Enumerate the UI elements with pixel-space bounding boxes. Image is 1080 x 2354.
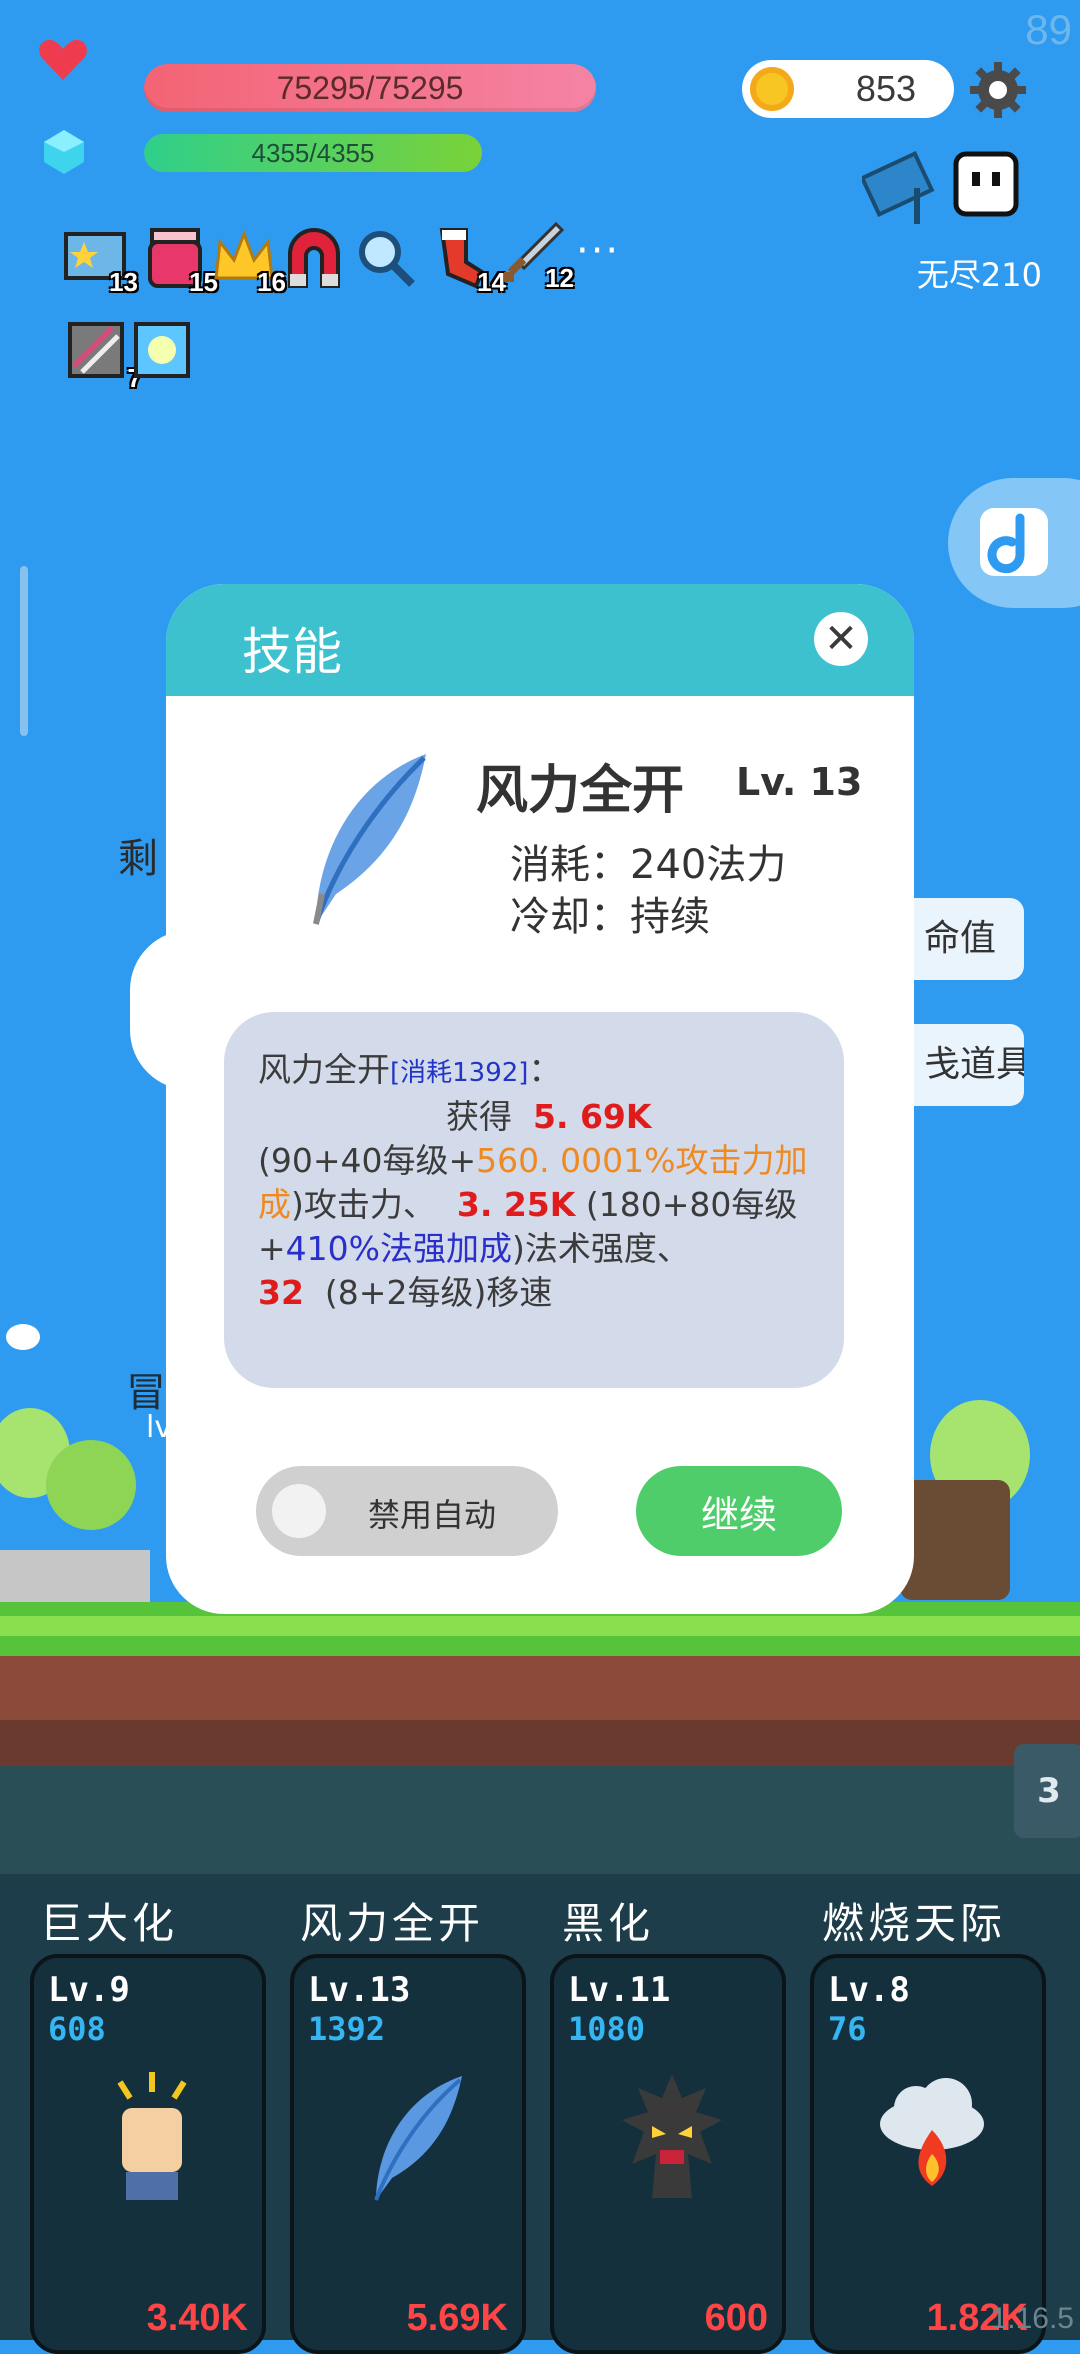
desc-formula-1c: )攻击力、 bbox=[291, 1185, 436, 1224]
desc-skill-name: 风力全开 bbox=[258, 1050, 390, 1089]
desc-speed-value: 32 bbox=[258, 1273, 304, 1312]
magnet-icon bbox=[288, 228, 340, 288]
bg-side-card-items: 戋道具 bbox=[900, 1024, 1024, 1106]
skill-description: 风力全开[消耗1392]： 获得 5. 69K (90+40每级+560. 00… bbox=[258, 1048, 824, 1315]
page-tab[interactable]: 3 bbox=[1014, 1744, 1080, 1838]
skill-card-wind[interactable]: Lv.13 1392 5.69K bbox=[290, 1954, 526, 2354]
floating-side-button[interactable] bbox=[948, 478, 1080, 608]
skill-title-3: 黑化 bbox=[562, 1899, 655, 1948]
skill-card-burn[interactable]: Lv.8 76 1.82K bbox=[810, 1954, 1046, 2354]
desc-gain: 获得 bbox=[446, 1097, 512, 1136]
gear-icon[interactable] bbox=[968, 60, 1028, 120]
skill-card-power: 5.69K bbox=[406, 2297, 508, 2339]
buff-sword[interactable]: 12 bbox=[500, 221, 574, 293]
mana-crystal-icon bbox=[44, 130, 84, 174]
skill-card-level: Lv.9 bbox=[48, 1970, 130, 2010]
buff-magnifier[interactable] bbox=[354, 226, 418, 290]
glow-card-icon bbox=[134, 322, 190, 378]
flag-icon[interactable] bbox=[862, 148, 946, 224]
skill-level: Lv. 13 bbox=[736, 760, 863, 804]
striped-card-icon bbox=[68, 322, 124, 378]
skill-cost: 消耗：240法力 bbox=[510, 842, 787, 888]
bg-side-card-hp: 命值 bbox=[900, 898, 1024, 980]
toggle-label: 禁用自动 bbox=[368, 1496, 497, 1534]
skill-card-level: Lv.8 bbox=[828, 1970, 910, 2010]
close-icon: ✕ bbox=[824, 616, 858, 662]
disable-auto-toggle[interactable]: 禁用自动 bbox=[256, 1466, 558, 1556]
buff-glow-card[interactable] bbox=[134, 322, 198, 386]
skill-name: 风力全开 bbox=[476, 761, 685, 821]
skill-card-power: 3.40K bbox=[146, 2297, 248, 2339]
coin-counter: 853 bbox=[742, 60, 954, 118]
bg-tree bbox=[46, 1440, 136, 1530]
ground-dirt-dark bbox=[0, 1720, 1080, 1766]
bg-rock bbox=[900, 1480, 1010, 1600]
buff-sock[interactable]: 14 bbox=[432, 226, 506, 297]
skill-card-cost: 608 bbox=[48, 2010, 106, 2048]
ghost-icon[interactable] bbox=[950, 148, 1022, 220]
desc-colon: ： bbox=[528, 1050, 562, 1089]
skill-card-cost: 76 bbox=[828, 2010, 867, 2048]
endless-level: 无尽210 bbox=[916, 256, 1042, 294]
side-card-label: 命值 bbox=[924, 918, 997, 959]
desc-cost-tag: [消耗1392] bbox=[390, 1058, 529, 1088]
left-scroll-indicator[interactable] bbox=[20, 566, 28, 736]
desc-formula-2b: 410%法强加成 bbox=[285, 1229, 512, 1268]
buff-count: 13 bbox=[109, 267, 138, 297]
heart-icon bbox=[39, 39, 87, 80]
skill-title-2: 风力全开 bbox=[300, 1899, 485, 1948]
skill-card-cost: 1392 bbox=[308, 2010, 386, 2048]
hp-text: 75295/75295 bbox=[276, 69, 464, 106]
toggle-knob bbox=[272, 1484, 326, 1538]
bg-remaining-text: 剩 bbox=[118, 836, 158, 882]
feather-icon bbox=[374, 2076, 462, 2201]
skill-description-box: 风力全开[消耗1392]： 获得 5. 69K (90+40每级+560. 00… bbox=[224, 1012, 844, 1388]
mp-text: 4355/4355 bbox=[251, 137, 375, 168]
skill-card-cost: 1080 bbox=[568, 2010, 646, 2048]
more-buffs-button[interactable]: ··· bbox=[576, 228, 620, 274]
cloud-puff bbox=[6, 1324, 40, 1350]
magnifier-icon bbox=[359, 231, 415, 287]
dialog-title: 技能 bbox=[242, 623, 342, 681]
buff-crown[interactable]: 16 bbox=[212, 226, 286, 297]
buff-star-card[interactable]: 13 bbox=[64, 226, 138, 297]
skill-dialog: 技能 ✕ 风力全开 Lv. 13 消耗：240法力 冷却：持续 风力全开[消耗1… bbox=[166, 584, 914, 1614]
desc-formula-3: (8+2每级)移速 bbox=[324, 1273, 553, 1312]
fist-icon bbox=[117, 2072, 187, 2200]
water-strip bbox=[0, 1766, 1080, 1876]
bg-fence bbox=[0, 1550, 150, 1602]
ground-grass-highlight bbox=[0, 1616, 1080, 1636]
skill-card-power: 600 bbox=[704, 2297, 768, 2339]
feather-icon bbox=[313, 754, 426, 925]
side-card-label: 戋道具 bbox=[924, 1044, 1024, 1085]
version-label: 1.16.5 bbox=[990, 2302, 1074, 2335]
desc-magic-value: 3. 25K bbox=[456, 1185, 576, 1224]
skill-card-level: Lv.13 bbox=[308, 1970, 411, 2010]
skill-cooldown: 冷却：持续 bbox=[510, 894, 710, 940]
hp-bar: 75295/75295 bbox=[144, 64, 596, 112]
buff-count: 12 bbox=[545, 263, 574, 293]
coin-icon bbox=[750, 67, 794, 111]
skill-card-giant[interactable]: Lv.9 608 3.40K bbox=[30, 1954, 266, 2354]
buff-striped-card[interactable]: 7 bbox=[68, 322, 142, 393]
fire-cloud-icon bbox=[880, 2078, 984, 2186]
dark-tree-icon bbox=[622, 2074, 722, 2198]
buff-magnet[interactable] bbox=[282, 226, 346, 290]
skill-title-4: 燃烧天际 bbox=[822, 1899, 1007, 1948]
buff-jam-jar[interactable]: 15 bbox=[144, 226, 218, 297]
close-button[interactable]: ✕ bbox=[814, 612, 868, 666]
skill-card-dark[interactable]: Lv.11 1080 600 bbox=[550, 1954, 786, 2354]
skill-title-1: 巨大化 bbox=[40, 1899, 179, 1948]
mp-bar: 4355/4355 bbox=[144, 134, 482, 172]
continue-button[interactable]: 继续 bbox=[636, 1466, 842, 1556]
desc-attack-value: 5. 69K bbox=[532, 1097, 652, 1136]
fps-counter: 89 bbox=[1025, 6, 1072, 53]
coin-amount: 853 bbox=[855, 68, 916, 109]
desc-formula-2c: )法术强度、 bbox=[512, 1229, 690, 1268]
skill-card-level: Lv.11 bbox=[568, 1970, 671, 2010]
side-app-icon bbox=[980, 508, 1048, 576]
desc-formula-1a: (90+40每级+ bbox=[258, 1141, 477, 1180]
